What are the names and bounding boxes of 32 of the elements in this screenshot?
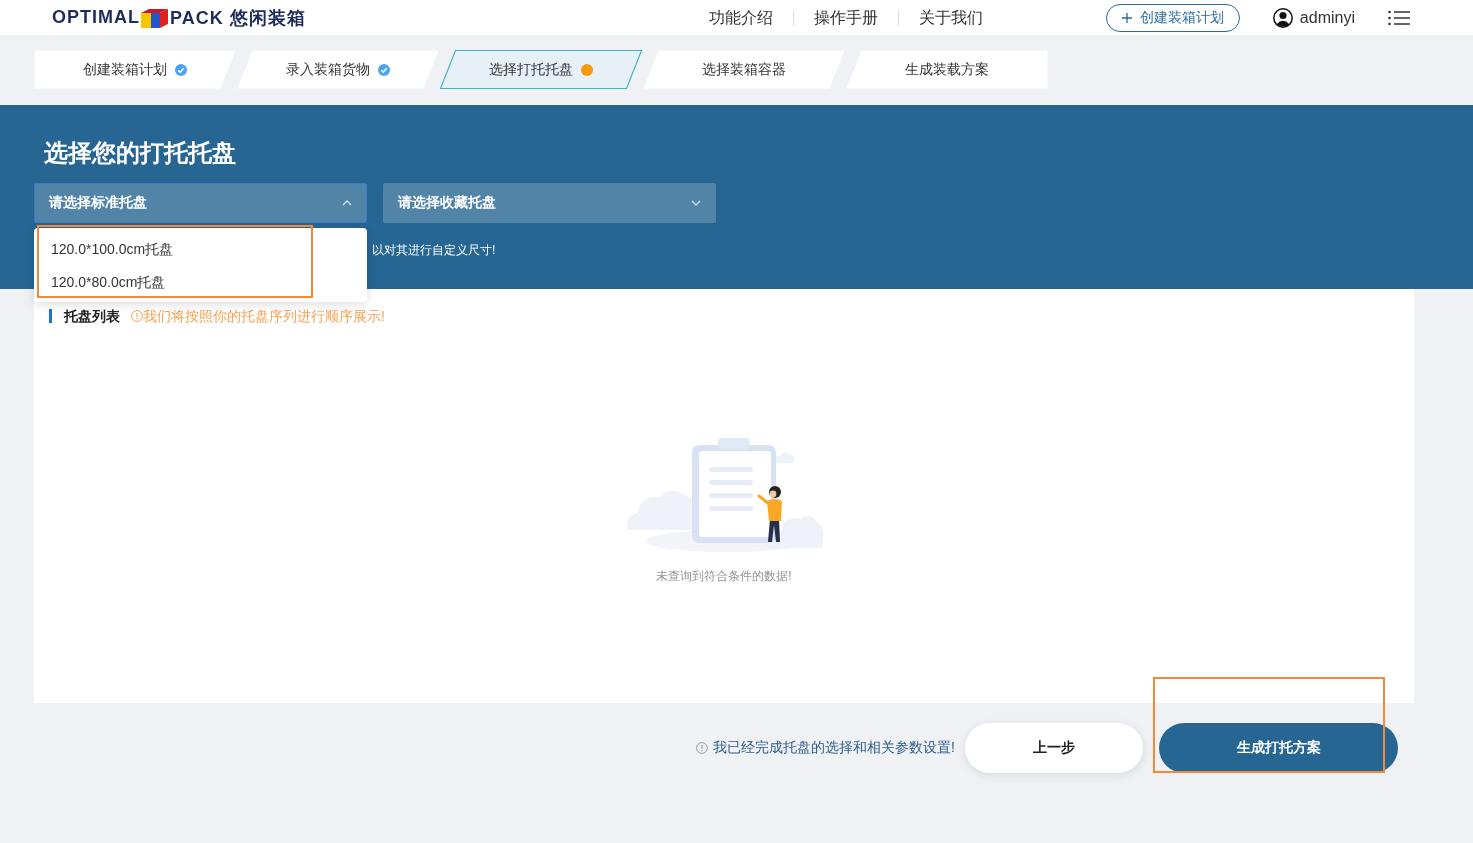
accent-bar-icon bbox=[49, 309, 52, 323]
logo-link[interactable]: OPTIMAL PACK 悠闲装箱 bbox=[52, 5, 306, 30]
cube-icon bbox=[141, 7, 169, 28]
chevron-down-icon bbox=[691, 200, 701, 206]
nav-link[interactable]: 操作手册 bbox=[792, 9, 898, 26]
select-field[interactable]: 请选择标准托盘 bbox=[34, 183, 367, 223]
info-icon bbox=[696, 742, 709, 754]
step-tab[interactable]: 录入装箱货物 bbox=[237, 50, 439, 89]
user-icon bbox=[1272, 7, 1293, 28]
menu-icon[interactable] bbox=[1388, 9, 1410, 26]
list-note: 我们将按照你的托盘序列进行顺序展示! bbox=[143, 307, 385, 325]
step-tab[interactable]: 创建装箱计划 bbox=[34, 50, 236, 89]
step-tab[interactable]: 生成装载方案 bbox=[846, 50, 1048, 89]
empty-text: 未查询到符合条件的数据! bbox=[656, 569, 792, 583]
dropdown-option[interactable]: 120.0*100.0cm托盘 bbox=[34, 233, 367, 266]
panel-title: 选择您的打托托盘 bbox=[44, 138, 237, 168]
footer-note: 我已经完成托盘的选择和相关参数设置! bbox=[713, 739, 955, 757]
user-menu[interactable]: adminyi bbox=[1272, 7, 1355, 28]
select-field[interactable]: 请选择收藏托盘 bbox=[383, 183, 716, 223]
back-button[interactable]: 上一步 bbox=[965, 723, 1143, 773]
step-tab[interactable]: 选择装箱容器 bbox=[643, 50, 845, 89]
dropdown-option[interactable]: 120.0*80.0cm托盘 bbox=[34, 266, 367, 299]
create-plan-button[interactable]: 创建装箱计划 bbox=[1105, 3, 1240, 32]
list-title: 托盘列表 bbox=[64, 307, 120, 325]
info-icon bbox=[131, 310, 143, 322]
chevron-up-icon bbox=[342, 200, 352, 206]
nav-link[interactable]: 关于我们 bbox=[897, 9, 1003, 26]
nav-link[interactable]: 功能介绍 bbox=[688, 9, 793, 26]
generate-button[interactable]: 生成打托方案 bbox=[1159, 723, 1398, 773]
step-tab[interactable]: 选择打托托盘 bbox=[440, 50, 642, 89]
hint-text: 以对其进行自定义尺寸! bbox=[372, 242, 497, 259]
plus-icon bbox=[1121, 12, 1132, 23]
